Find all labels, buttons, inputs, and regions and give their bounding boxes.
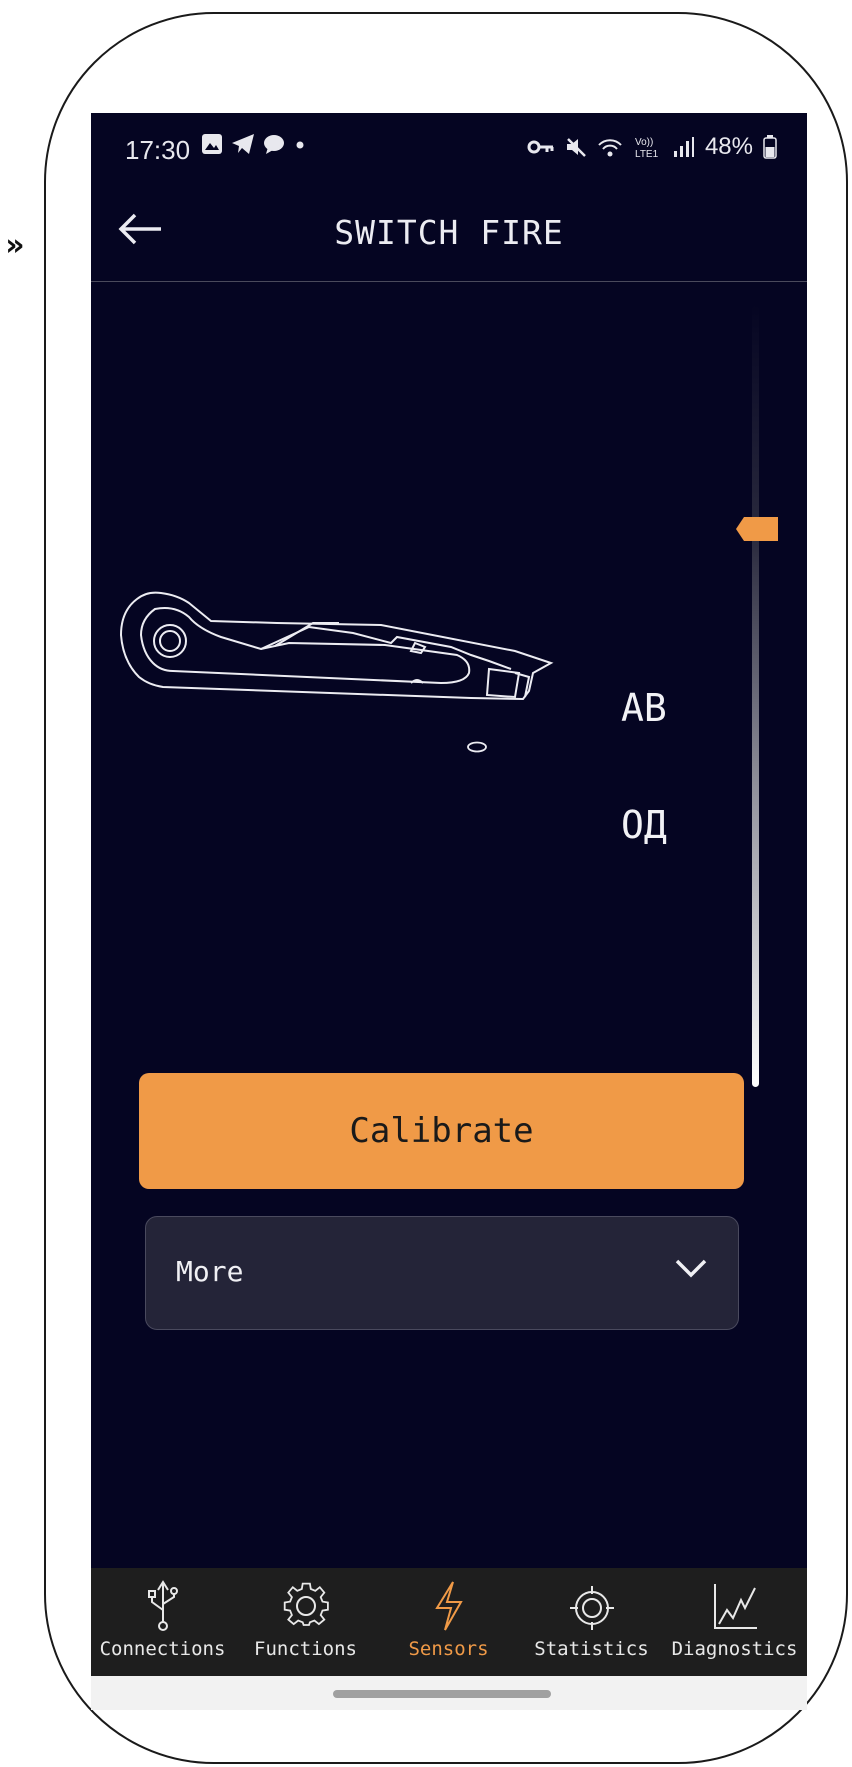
nav-item-diagnostics[interactable]: Diagnostics [663, 1568, 806, 1676]
gear-icon [283, 1582, 329, 1626]
nav-item-functions[interactable]: Functions [234, 1568, 377, 1676]
nav-label-statistics: Statistics [534, 1638, 649, 1660]
lightning-icon [434, 1581, 463, 1631]
nav-item-sensors[interactable]: Sensors [377, 1568, 520, 1676]
sensor-level-thumb[interactable] [736, 517, 778, 541]
position-label-od: ОД [621, 803, 667, 847]
gesture-handle[interactable] [333, 1690, 551, 1698]
wifi-icon [598, 139, 622, 157]
target-icon [569, 1586, 614, 1630]
gallery-icon [202, 134, 222, 154]
signal-icon [673, 137, 694, 157]
svg-text:Vo)): Vo)) [635, 137, 653, 148]
position-label-ab: АВ [621, 686, 667, 730]
sensor-level-track[interactable] [752, 305, 759, 1087]
vpn-key-icon [527, 140, 554, 154]
chevron-down-icon [675, 1259, 707, 1278]
nav-label-diagnostics: Diagnostics [671, 1638, 798, 1660]
calibrate-button[interactable]: Calibrate [139, 1073, 744, 1189]
telegram-icon [232, 134, 254, 154]
nav-label-sensors: Sensors [408, 1638, 489, 1660]
battery-icon [763, 135, 777, 159]
dot-icon [296, 141, 304, 149]
battery-percent: 48% [704, 133, 753, 160]
volte-icon: Vo))LTE1 [635, 137, 659, 159]
expand-arrow-icon[interactable]: » [0, 228, 30, 263]
app-screen: 17:30 Vo)) LTE1 48% SWITCH FIRE АВ ОД Ca… [91, 113, 807, 1710]
app-header: SWITCH FIRE [91, 181, 807, 282]
chat-icon [264, 135, 284, 154]
bottom-navigation: Connections Functions Sensors Statistics… [91, 1568, 807, 1676]
more-dropdown[interactable]: More [145, 1216, 739, 1330]
status-time: 17:30 [125, 135, 191, 165]
chart-line-icon [713, 1584, 757, 1629]
nav-label-functions: Functions [254, 1638, 357, 1660]
usb-icon [147, 1580, 178, 1631]
nav-item-connections[interactable]: Connections [91, 1568, 234, 1676]
nav-item-statistics[interactable]: Statistics [520, 1568, 663, 1676]
fire-switch-illustration [119, 591, 554, 753]
page-title: SWITCH FIRE [334, 213, 564, 252]
status-bar: 17:30 Vo)) LTE1 48% [91, 113, 807, 181]
mute-icon [566, 138, 586, 157]
svg-text:LTE1: LTE1 [635, 149, 659, 159]
more-label: More [176, 1255, 244, 1288]
nav-label-connections: Connections [99, 1638, 226, 1660]
gesture-area [91, 1676, 807, 1710]
